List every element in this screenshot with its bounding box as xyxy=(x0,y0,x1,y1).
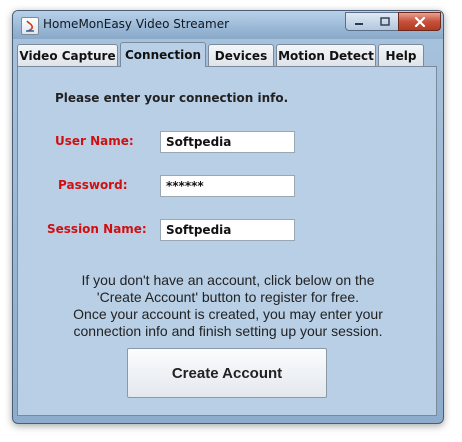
minimize-button[interactable] xyxy=(345,12,373,31)
session-name-label: Session Name: xyxy=(47,222,147,236)
close-button[interactable] xyxy=(398,12,441,31)
info-line: Once your account is created, you may en… xyxy=(73,306,383,322)
connection-intro: Please enter your connection info. xyxy=(55,91,289,105)
app-window: HomeMonEasy Video Streamer Video Capture… xyxy=(12,10,444,424)
username-label: User Name: xyxy=(55,134,134,148)
tab-motion-detect[interactable]: Motion Detect xyxy=(276,44,376,66)
info-line: If you don't have an account, click belo… xyxy=(81,272,375,288)
minimize-icon xyxy=(355,22,363,25)
password-input[interactable] xyxy=(160,175,295,197)
password-label: Password: xyxy=(58,178,128,192)
account-info-text: If you don't have an account, click belo… xyxy=(28,272,428,340)
close-icon xyxy=(414,16,425,27)
tab-help[interactable]: Help xyxy=(378,44,424,66)
info-line: 'Create Account' button to register for … xyxy=(96,289,360,305)
tab-video-capture[interactable]: Video Capture xyxy=(17,44,118,66)
session-name-input[interactable] xyxy=(160,219,295,241)
window-title: HomeMonEasy Video Streamer xyxy=(43,17,230,31)
maximize-button[interactable] xyxy=(372,12,399,31)
title-bar[interactable]: HomeMonEasy Video Streamer xyxy=(13,11,443,39)
tab-strip: Video Capture Connection Devices Motion … xyxy=(17,42,438,67)
tab-devices[interactable]: Devices xyxy=(208,44,274,66)
connection-panel: Please enter your connection info. User … xyxy=(17,66,437,416)
maximize-icon xyxy=(380,16,390,26)
info-line: connection info and finish setting up yo… xyxy=(73,323,383,339)
username-input[interactable] xyxy=(160,131,295,153)
tab-connection[interactable]: Connection xyxy=(120,42,206,67)
create-account-button[interactable]: Create Account xyxy=(127,348,327,398)
app-icon[interactable] xyxy=(21,17,39,35)
